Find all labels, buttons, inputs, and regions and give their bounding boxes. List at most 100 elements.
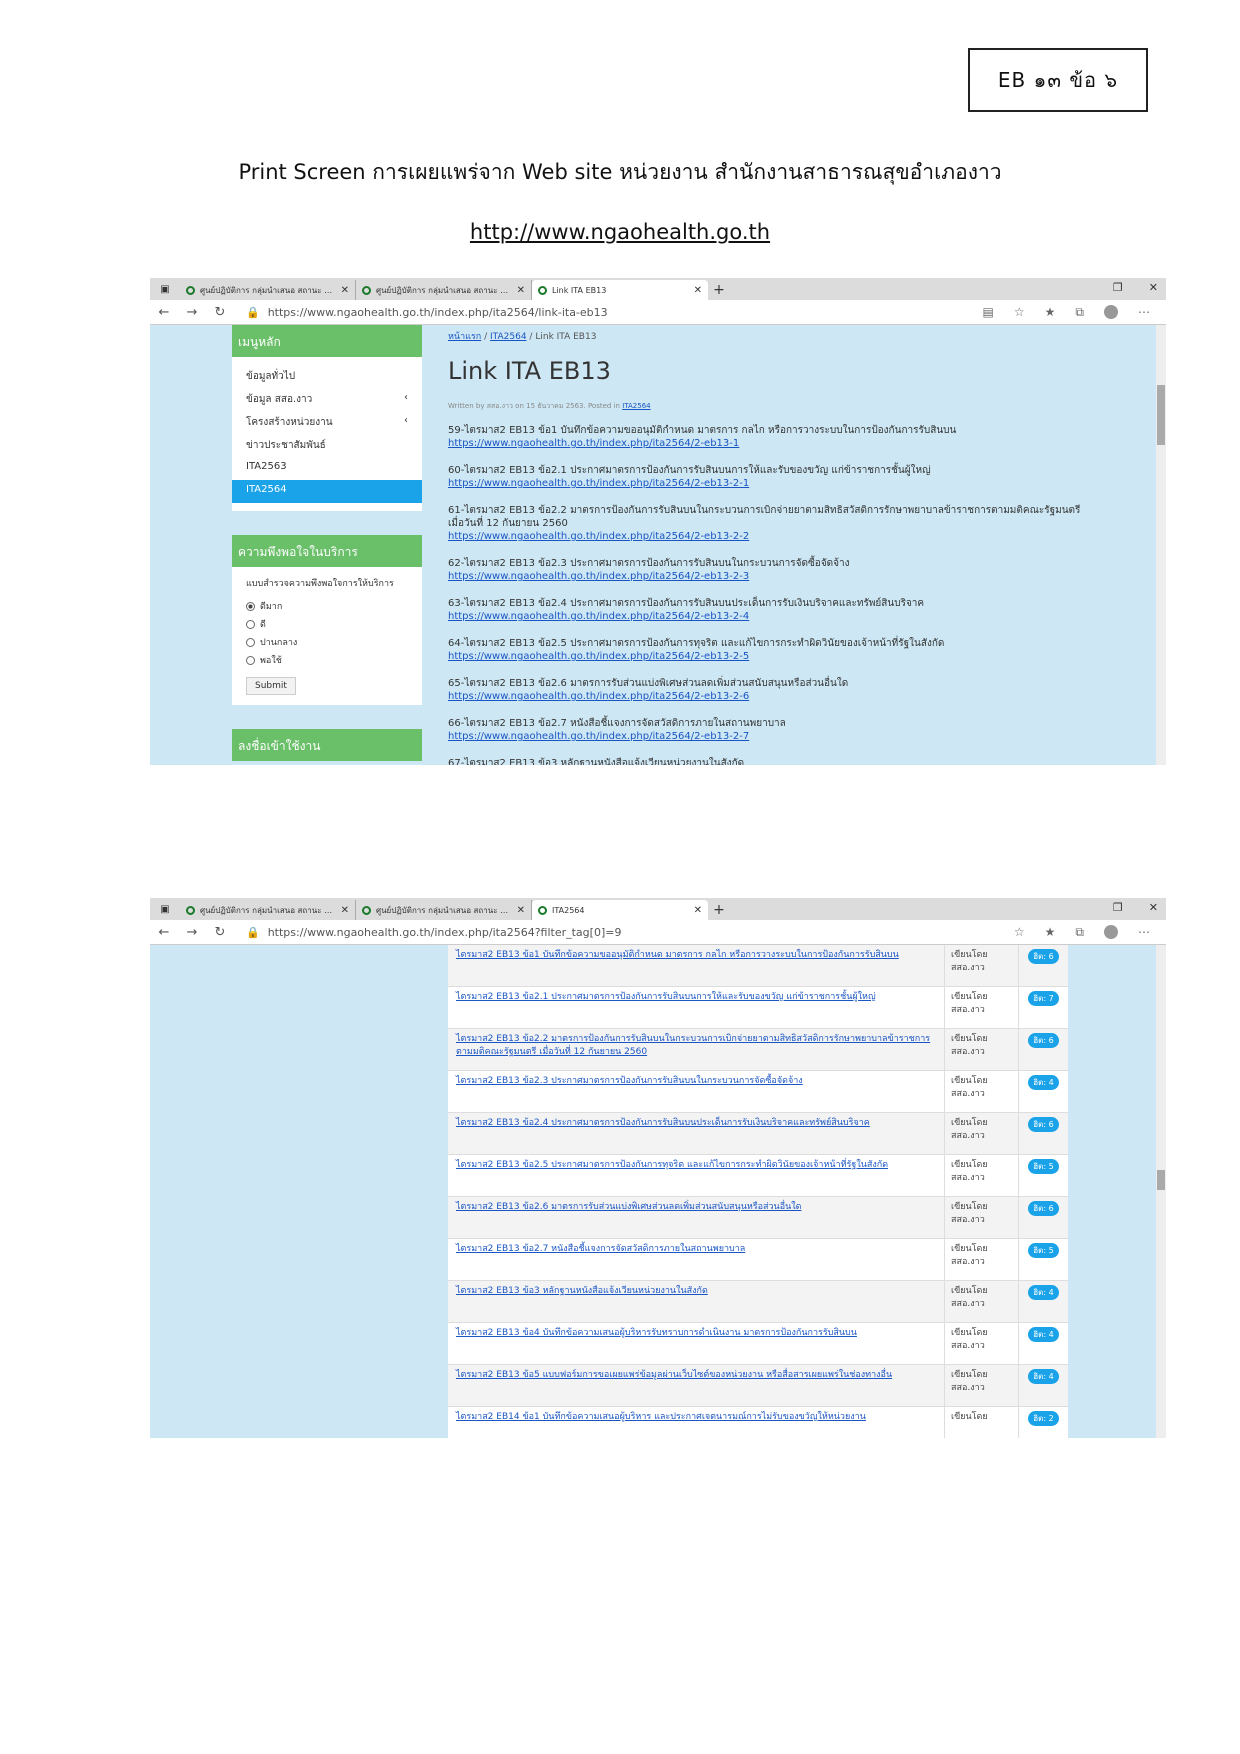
radio-icon[interactable] (246, 655, 255, 665)
option-label: ดี (260, 620, 266, 630)
radio-icon[interactable] (246, 619, 255, 629)
browser-tab-active[interactable]: ITA2564 ✕ (532, 900, 708, 920)
main-menu: ข้อมูลทั่วไป ข้อมูล สสอ.งาว ‹ โครงสร้างหน… (232, 357, 422, 511)
document-url[interactable]: http://www.ngaohealth.go.th (0, 220, 1240, 244)
reader-view-icon[interactable]: ▤ (983, 305, 994, 320)
article-link[interactable]: ไตรมาส2 EB13 ข้อ4 บันทึกข้อความเสนอผู้บร… (448, 1323, 944, 1364)
favorites-icon[interactable]: ★ (1045, 925, 1056, 940)
breadcrumb-section[interactable]: ITA2564 (490, 332, 527, 342)
refresh-icon[interactable]: ↻ (206, 305, 234, 320)
menu-item-ita2563[interactable]: ITA2563 (232, 457, 422, 480)
chevron-left-icon: ‹ (404, 415, 408, 426)
entry-link[interactable]: https://www.ngaohealth.go.th/index.php/i… (448, 438, 739, 449)
meta-text: Written by สสอ.งาว on 15 ธันวาคม 2563. P… (448, 402, 620, 410)
forward-icon[interactable]: → (178, 925, 206, 940)
collections-icon[interactable]: ⧉ (1075, 305, 1084, 320)
menu-item-news[interactable]: ข่าวประชาสัมพันธ์ (232, 434, 422, 457)
author-cell: เขียนโดย สสอ.งาว (944, 1365, 1018, 1406)
table-row: ไตรมาส2 EB13 ข้อ2.3 ประกาศมาตรการป้องกัน… (448, 1071, 1068, 1113)
forward-icon[interactable]: → (178, 305, 206, 320)
hits-cell: ฮิต: 6 (1018, 1113, 1068, 1154)
menu-item-structure[interactable]: โครงสร้างหน่วยงาน ‹ (232, 411, 422, 434)
entry-link[interactable]: https://www.ngaohealth.go.th/index.php/i… (448, 531, 749, 542)
url-field[interactable]: 🔒 https://www.ngaohealth.go.th/index.php/… (246, 306, 983, 319)
article-link[interactable]: ไตรมาส2 EB13 ข้อ2.1 ประกาศมาตรการป้องกัน… (448, 987, 944, 1028)
scrollbar-thumb[interactable] (1157, 385, 1165, 445)
radio-icon[interactable] (246, 637, 255, 647)
new-tab-icon[interactable]: + (708, 280, 730, 300)
tab-actions-icon[interactable]: ▣ (150, 898, 180, 920)
article-link[interactable]: ไตรมาส2 EB13 ข้อ2.6 มาตรการรับส่วนแบ่งพิ… (448, 1197, 944, 1238)
profile-icon[interactable] (1104, 304, 1118, 319)
main-menu-title: เมนูหลัก (232, 325, 422, 357)
browser-tab[interactable]: ศูนย์ปฏิบัติการ กลุ่มนำเสนอ สถานะ ทะเบีย… (356, 280, 532, 300)
close-tab-icon[interactable]: ✕ (341, 285, 349, 296)
survey-option[interactable]: พอใช้ (246, 651, 408, 669)
entry-text: 63-ไตรมาส2 EB13 ข้อ2.4 ประกาศมาตรการป้อง… (448, 598, 925, 609)
article-link[interactable]: ไตรมาส2 EB13 ข้อ5 แบบฟอร์มการขอเผยแพร่ข้… (448, 1365, 944, 1406)
more-icon[interactable]: ⋯ (1138, 305, 1150, 320)
hits-cell: ฮิต: 4 (1018, 1071, 1068, 1112)
add-favorite-icon[interactable]: ☆ (1014, 305, 1025, 320)
hits-badge: ฮิต: 5 (1028, 1159, 1059, 1174)
back-icon[interactable]: ← (150, 925, 178, 940)
article-link[interactable]: ไตรมาส2 EB13 ข้อ2.2 มาตรการป้องกันการรับ… (448, 1029, 944, 1070)
close-tab-icon[interactable]: ✕ (517, 905, 525, 916)
browser-toolbar: ▤ ☆ ★ ⧉ ⋯ (983, 304, 1150, 320)
menu-item-ita2564[interactable]: ITA2564 (232, 480, 422, 503)
link-entry: 67-ไตรมาส2 EB13 ข้อ3 หลักฐานหนังสือแจ้งเ… (448, 757, 1088, 765)
breadcrumb: หน้าแรก / ITA2564 / Link ITA EB13 (448, 329, 1088, 343)
refresh-icon[interactable]: ↻ (206, 925, 234, 940)
author-cell: เขียนโดย (944, 1407, 1018, 1438)
more-icon[interactable]: ⋯ (1138, 925, 1150, 940)
link-entry: 65-ไตรมาส2 EB13 ข้อ2.6 มาตรการรับส่วนแบ่… (448, 677, 1088, 703)
category-link[interactable]: ITA2564 (622, 402, 650, 410)
radio-selected-icon[interactable] (246, 601, 255, 611)
submit-button[interactable]: Submit (246, 677, 296, 695)
menu-item-info[interactable]: ข้อมูล สสอ.งาว ‹ (232, 388, 422, 411)
entry-link[interactable]: https://www.ngaohealth.go.th/index.php/i… (448, 691, 749, 702)
breadcrumb-home[interactable]: หน้าแรก (448, 332, 481, 342)
article-link[interactable]: ไตรมาส2 EB14 ข้อ1 บันทึกข้อความเสนอผู้บร… (448, 1407, 944, 1438)
browser-tab[interactable]: ศูนย์ปฏิบัติการ กลุ่มนำเสนอ สถานะ ทะเบีย… (356, 900, 532, 920)
menu-item-general[interactable]: ข้อมูลทั่วไป (232, 365, 422, 388)
survey-option[interactable]: ดีมาก (246, 597, 408, 615)
entry-link[interactable]: https://www.ngaohealth.go.th/index.php/i… (448, 651, 749, 662)
entry-link[interactable]: https://www.ngaohealth.go.th/index.php/i… (448, 731, 749, 742)
entry-link[interactable]: https://www.ngaohealth.go.th/index.php/i… (448, 478, 749, 489)
article-link[interactable]: ไตรมาส2 EB13 ข้อ2.7 หนังสือชี้แจงการจัดส… (448, 1239, 944, 1280)
article-link[interactable]: ไตรมาส2 EB13 ข้อ2.3 ประกาศมาตรการป้องกัน… (448, 1071, 944, 1112)
add-favorite-icon[interactable]: ☆ (1014, 925, 1025, 940)
favorites-icon[interactable]: ★ (1045, 305, 1056, 320)
document-title: Print Screen การเผยแพร่จาก Web site หน่ว… (238, 160, 1002, 184)
back-icon[interactable]: ← (150, 305, 178, 320)
collections-icon[interactable]: ⧉ (1075, 925, 1084, 940)
url-field[interactable]: 🔒 https://www.ngaohealth.go.th/index.php/… (246, 926, 1014, 939)
article-link[interactable]: ไตรมาส2 EB13 ข้อ1 บันทึกข้อความขออนุมัติ… (448, 945, 944, 986)
article-link[interactable]: ไตรมาส2 EB13 ข้อ2.4 ประกาศมาตรการป้องกัน… (448, 1113, 944, 1154)
restore-window-icon[interactable]: ❐ (1113, 901, 1123, 914)
close-tab-icon[interactable]: ✕ (694, 285, 702, 296)
restore-window-icon[interactable]: ❐ (1113, 281, 1123, 294)
close-window-icon[interactable]: ✕ (1149, 901, 1158, 914)
tab-actions-icon[interactable]: ▣ (150, 278, 180, 300)
scrollbar[interactable] (1156, 945, 1166, 1438)
profile-icon[interactable] (1104, 924, 1118, 939)
lock-icon: 🔒 (246, 305, 260, 319)
scrollbar-thumb[interactable] (1157, 1170, 1165, 1190)
browser-tab[interactable]: ศูนย์ปฏิบัติการ กลุ่มนำเสนอ สถานะ ความเส… (180, 280, 356, 300)
new-tab-icon[interactable]: + (708, 900, 730, 920)
close-tab-icon[interactable]: ✕ (517, 285, 525, 296)
browser-tab[interactable]: ศูนย์ปฏิบัติการ กลุ่มนำเสนอ สถานะ ความเส… (180, 900, 356, 920)
survey-option[interactable]: ปานกลาง (246, 633, 408, 651)
survey-option[interactable]: ดี (246, 615, 408, 633)
scrollbar[interactable] (1156, 325, 1166, 765)
close-tab-icon[interactable]: ✕ (694, 905, 702, 916)
entry-link[interactable]: https://www.ngaohealth.go.th/index.php/i… (448, 611, 749, 622)
article-link[interactable]: ไตรมาส2 EB13 ข้อ3 หลักฐานหนังสือแจ้งเวีย… (448, 1281, 944, 1322)
browser-tab-active[interactable]: Link ITA EB13 ✕ (532, 280, 708, 300)
article-link[interactable]: ไตรมาส2 EB13 ข้อ2.5 ประกาศมาตรการป้องกัน… (448, 1155, 944, 1196)
entry-link[interactable]: https://www.ngaohealth.go.th/index.php/i… (448, 571, 749, 582)
close-tab-icon[interactable]: ✕ (341, 905, 349, 916)
close-window-icon[interactable]: ✕ (1149, 281, 1158, 294)
